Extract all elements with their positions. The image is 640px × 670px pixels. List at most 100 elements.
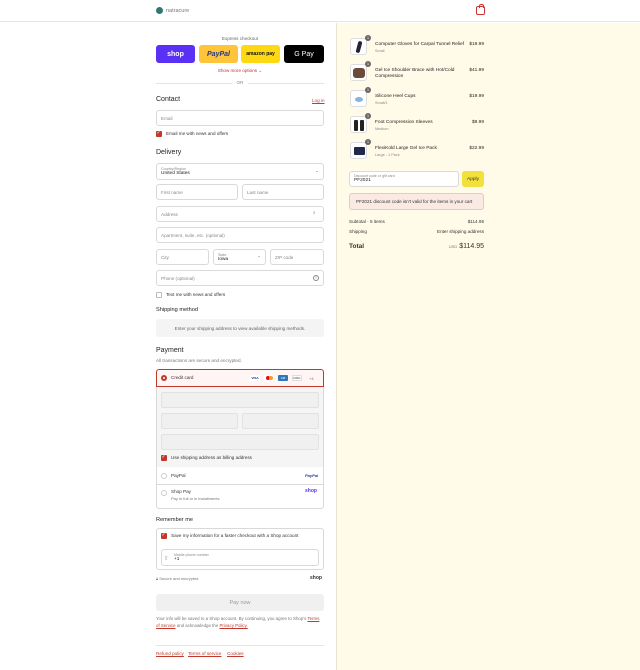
lock-icon: 🔒︎ [156, 576, 159, 581]
subtotal-value: $114.95 [467, 219, 484, 224]
item-name: Gel Ice Shoulder Brace with Hot/Cold Com… [375, 68, 455, 79]
item-name: Foot Compression Sleeves [375, 120, 433, 125]
product-image [350, 38, 367, 55]
brand-name: natracure [166, 7, 190, 14]
shop-logo: shop [305, 488, 317, 494]
address-field[interactable]: Address [156, 206, 324, 222]
security-code-field[interactable] [242, 413, 319, 429]
first-name-field[interactable]: First name [156, 184, 238, 200]
footer-divider [156, 645, 324, 646]
expiration-field[interactable] [161, 413, 238, 429]
secure-label: Secure and encrypted [159, 576, 199, 581]
item-variant: Small [375, 49, 385, 53]
shop-pay-label: Shop Pay [171, 489, 191, 494]
credit-card-radio[interactable] [161, 375, 167, 381]
discount-code-field[interactable]: Discount code or gift card PF2021 [349, 171, 459, 187]
payment-subtitle: All transactions are secure and encrypte… [156, 358, 242, 363]
paypal-radio[interactable] [161, 473, 167, 479]
amazon-pay-button[interactable]: amazon pay [241, 45, 280, 63]
zip-placeholder: ZIP code [275, 254, 294, 260]
login-link[interactable]: Log in [312, 98, 325, 103]
news-label: Email me with news and offers [166, 131, 229, 136]
save-info-checkbox[interactable] [161, 532, 167, 539]
shipping-info: Enter your shipping address to view avai… [156, 319, 324, 337]
chevron-down-icon: ⌄ [315, 168, 319, 173]
product-image [350, 90, 367, 107]
more-cards-count: +4 [309, 376, 314, 381]
pay-now-button[interactable]: Pay now [156, 594, 324, 611]
cookies-link[interactable]: Cookies [227, 651, 244, 656]
privacy-policy-link[interactable]: Privacy Policy. [220, 623, 248, 628]
discover-icon: DISC [292, 375, 302, 381]
state-value: Iowa [218, 256, 229, 262]
apartment-placeholder: Apartment, suite, etc. (optional) [161, 232, 225, 238]
phone-field[interactable]: Phone (optional) [156, 270, 324, 286]
product-image [350, 116, 367, 133]
text-news-checkbox[interactable] [156, 292, 162, 298]
item-price: $41.99 [469, 68, 484, 73]
email-field[interactable]: Email [156, 110, 324, 126]
currency-code: USD [448, 244, 458, 249]
chevron-down-icon: ⌄ [258, 68, 263, 73]
search-icon: ⌕ [313, 210, 316, 215]
apply-button[interactable]: Apply [462, 171, 484, 187]
legal-text: Your info will be saved to a Shop accoun… [156, 616, 324, 629]
last-name-field[interactable]: Last name [242, 184, 324, 200]
item-price: $9.99 [471, 120, 484, 125]
paypal-logo: PayPal [305, 473, 319, 478]
city-field[interactable]: City [156, 249, 209, 265]
item-name: Silicone Heel Cups [375, 94, 416, 99]
credit-card-label: Credit card [171, 375, 194, 380]
item-price: $22.99 [469, 146, 484, 151]
billing-same-label: Use shipping address as billing address [171, 455, 252, 460]
first-name-placeholder: First name [161, 189, 183, 195]
name-on-card-field[interactable] [161, 434, 319, 450]
google-pay-button[interactable]: G Pay [284, 45, 324, 63]
or-separator: OR [232, 80, 248, 85]
mobile-value: +1 [174, 557, 180, 562]
address-placeholder: Address [161, 211, 178, 217]
logo-icon [156, 7, 163, 14]
billing-same-checkbox[interactable] [161, 454, 167, 461]
refund-policy-link[interactable]: Refund policy [156, 651, 184, 656]
card-number-field[interactable] [161, 392, 319, 408]
shop-pay-button[interactable]: shop [156, 45, 195, 63]
phone-icon: ▯ [165, 555, 168, 560]
item-price: $19.99 [469, 42, 484, 47]
mobile-phone-field[interactable]: Mobile phone number +1 [161, 549, 319, 566]
remember-me-title: Remember me [156, 517, 193, 523]
quantity-badge: 1 [365, 87, 371, 93]
item-name: FlexiKold Large Gel Ice Pack [375, 146, 437, 151]
quantity-badge: 1 [365, 35, 371, 41]
last-name-placeholder: Last name [247, 189, 269, 195]
item-variant: Large - 1 Pack [375, 153, 400, 157]
total-value: $114.95 [459, 243, 484, 250]
save-info-label: Save my information for a faster checkou… [171, 533, 299, 538]
total-row-value: USD $114.95 [449, 243, 484, 250]
zip-field[interactable]: ZIP code [270, 249, 324, 265]
apartment-field[interactable]: Apartment, suite, etc. (optional) [156, 227, 324, 243]
email-placeholder: Email [161, 115, 173, 121]
quantity-badge: 1 [365, 113, 371, 119]
terms-of-service-footer-link[interactable]: Terms of service [188, 651, 221, 656]
show-more-options-label: Show more options [217, 68, 258, 73]
total-label: Total [349, 243, 365, 250]
shipping-label: Shipping [349, 229, 367, 234]
discount-error-message: PF2021 discount code isn't valid for the… [349, 193, 484, 210]
brand-logo[interactable]: natracure [156, 7, 189, 14]
shop-pay-sublabel: Pay in full or in installments [171, 496, 220, 501]
discount-value: PF2021 [354, 178, 371, 183]
quantity-badge: 1 [365, 61, 371, 67]
shipping-method-title: Shipping method [156, 307, 198, 313]
shopping-bag-icon[interactable] [476, 4, 485, 15]
country-select[interactable]: Country/Region United States [156, 163, 324, 180]
country-value: United States [161, 171, 190, 176]
help-icon[interactable]: ? [313, 275, 319, 281]
paypal-button[interactable]: PayPal [199, 45, 238, 63]
text-news-label: Text me with news and offers [166, 292, 226, 297]
secure-note: 🔒︎ Secure and encrypted [156, 576, 198, 581]
news-checkbox[interactable] [156, 130, 162, 137]
shop-pay-radio[interactable] [161, 490, 167, 496]
quantity-badge: 1 [365, 139, 371, 145]
show-more-options-link[interactable]: Show more options ⌄ [156, 68, 324, 74]
